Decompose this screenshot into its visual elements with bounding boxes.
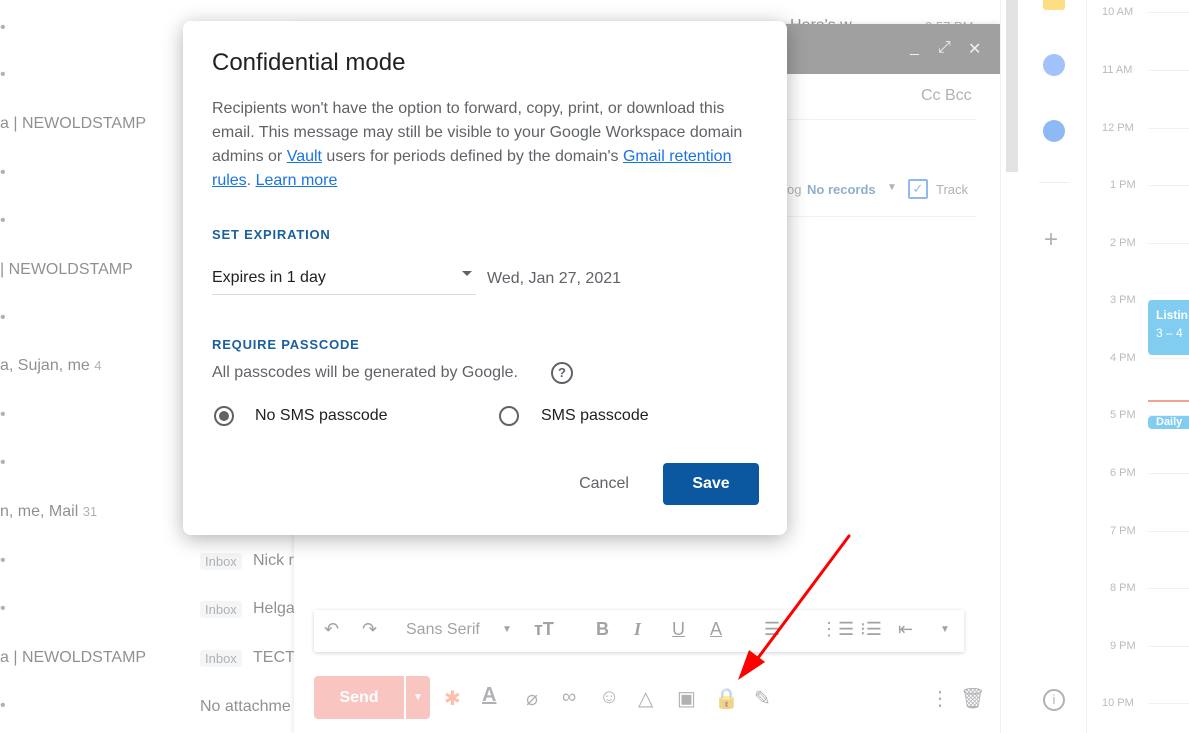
arrow-shaft [753, 534, 851, 664]
annotation-arrow [738, 534, 851, 680]
